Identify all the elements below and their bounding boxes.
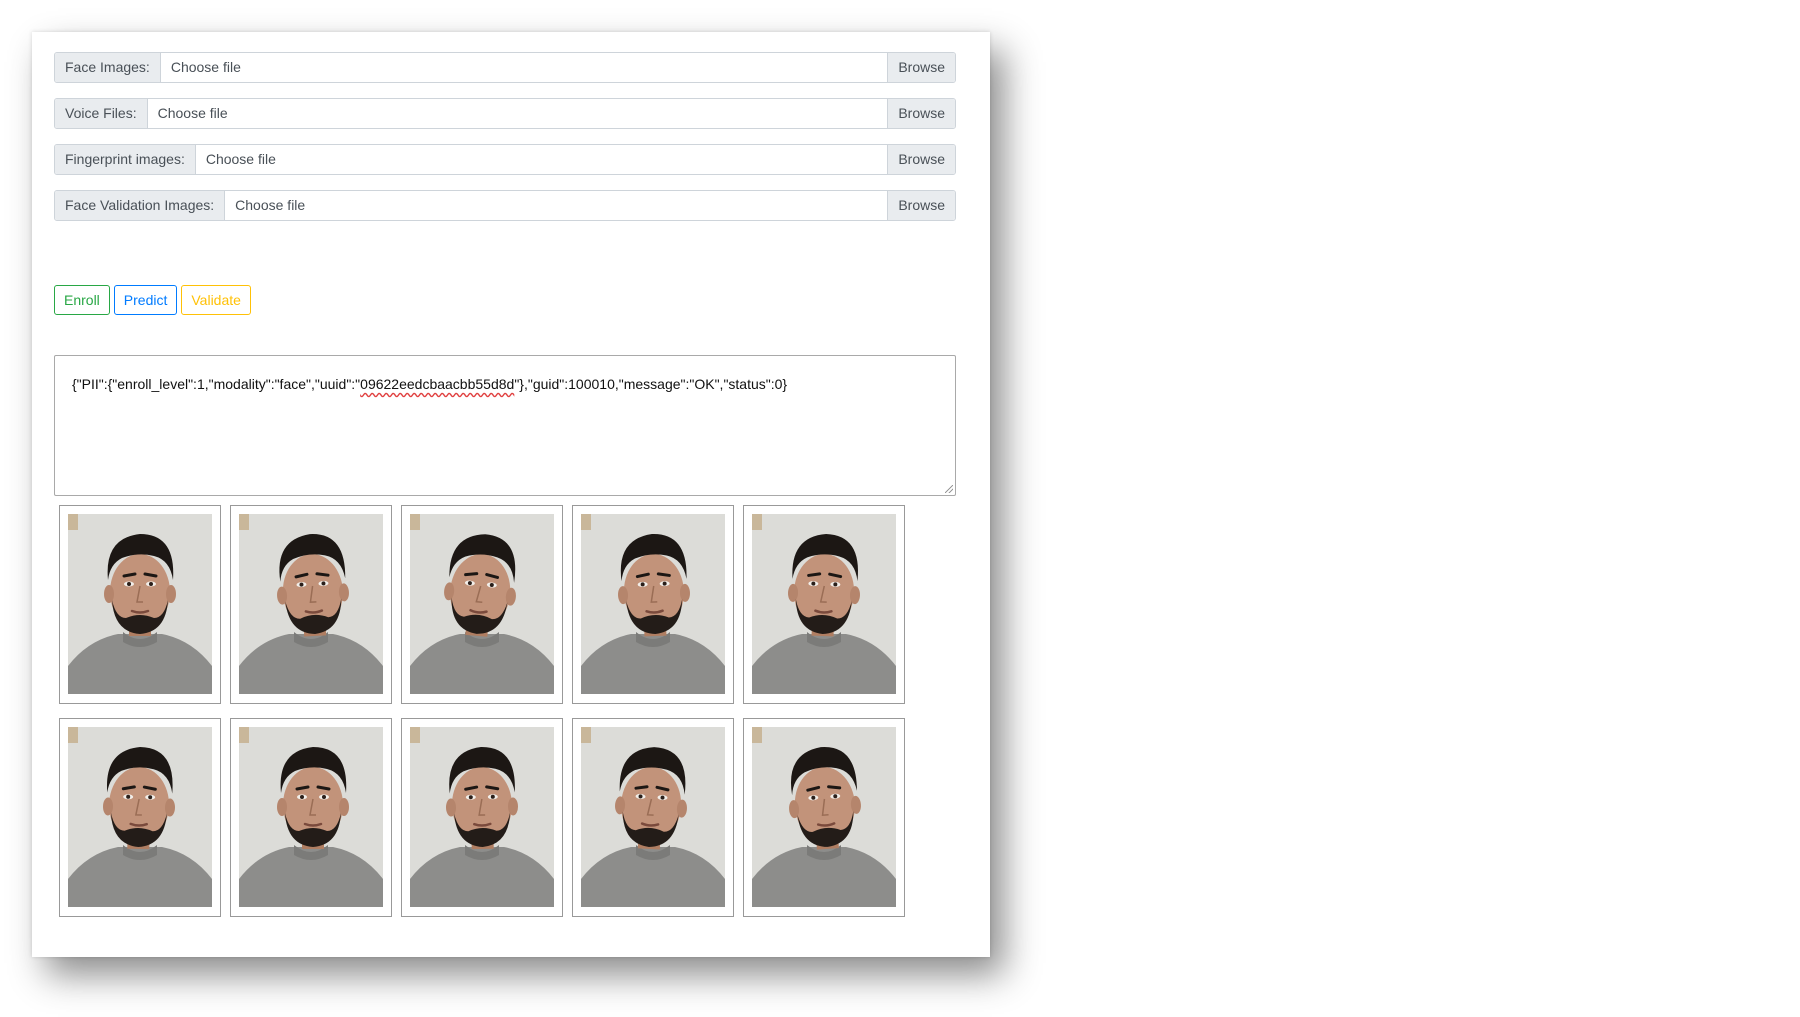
face-validation-images-row: Face Validation Images: Choose file Brow… <box>54 190 956 221</box>
screenshot-stage: Face Images: Choose file Browse Voice Fi… <box>0 0 1800 1017</box>
face-thumbnail[interactable] <box>401 505 563 704</box>
voice-files-input[interactable]: Choose file <box>147 99 888 128</box>
upload-form: Face Images: Choose file Browse Voice Fi… <box>54 52 956 236</box>
face-thumbnail[interactable] <box>230 718 392 917</box>
face-thumbnail[interactable] <box>572 718 734 917</box>
face-photo <box>581 727 725 907</box>
face-images-input[interactable]: Choose file <box>160 53 888 82</box>
app-panel: Face Images: Choose file Browse Voice Fi… <box>32 32 990 957</box>
face-images-row: Face Images: Choose file Browse <box>54 52 956 83</box>
face-photo <box>68 514 212 694</box>
face-thumbnail[interactable] <box>59 718 221 917</box>
enroll-button[interactable]: Enroll <box>54 285 110 315</box>
fingerprint-images-browse-button[interactable]: Browse <box>887 145 955 174</box>
face-thumbnail[interactable] <box>401 718 563 917</box>
face-thumbnail[interactable] <box>572 505 734 704</box>
gallery-row-1 <box>59 505 959 704</box>
face-thumbnail[interactable] <box>230 505 392 704</box>
face-photo <box>239 727 383 907</box>
action-buttons: Enroll Predict Validate <box>54 285 251 315</box>
fingerprint-images-label: Fingerprint images: <box>55 145 196 174</box>
voice-files-row: Voice Files: Choose file Browse <box>54 98 956 129</box>
face-thumbnail[interactable] <box>743 505 905 704</box>
fingerprint-images-row: Fingerprint images: Choose file Browse <box>54 144 956 175</box>
face-photo <box>68 727 212 907</box>
voice-files-browse-button[interactable]: Browse <box>887 99 955 128</box>
predict-button[interactable]: Predict <box>113 285 178 315</box>
face-thumbnail[interactable] <box>743 718 905 917</box>
face-photo <box>752 727 896 907</box>
fingerprint-images-input[interactable]: Choose file <box>195 145 888 174</box>
validate-button[interactable]: Validate <box>181 285 251 315</box>
response-prefix: {"PII":{"enroll_level":1,"modality":"fac… <box>72 376 361 392</box>
face-validation-images-input[interactable]: Choose file <box>225 191 888 220</box>
gallery-row-2 <box>59 718 959 917</box>
face-photo <box>410 727 554 907</box>
face-thumbnail[interactable] <box>59 505 221 704</box>
response-uuid: 09622eedcbaacbb55d8d <box>360 376 515 392</box>
face-photo <box>239 514 383 694</box>
voice-files-label: Voice Files: <box>55 99 148 128</box>
face-photo <box>581 514 725 694</box>
resize-grip-icon[interactable] <box>945 485 953 493</box>
face-photo <box>410 514 554 694</box>
face-validation-images-label: Face Validation Images: <box>55 191 226 220</box>
face-validation-images-browse-button[interactable]: Browse <box>887 191 955 220</box>
response-textarea[interactable]: {"PII":{"enroll_level":1,"modality":"fac… <box>54 355 956 496</box>
response-suffix: "},"guid":100010,"message":"OK","status"… <box>514 376 788 392</box>
face-images-label: Face Images: <box>55 53 161 82</box>
face-images-browse-button[interactable]: Browse <box>887 53 955 82</box>
face-photo <box>752 514 896 694</box>
face-image-gallery <box>59 505 959 931</box>
